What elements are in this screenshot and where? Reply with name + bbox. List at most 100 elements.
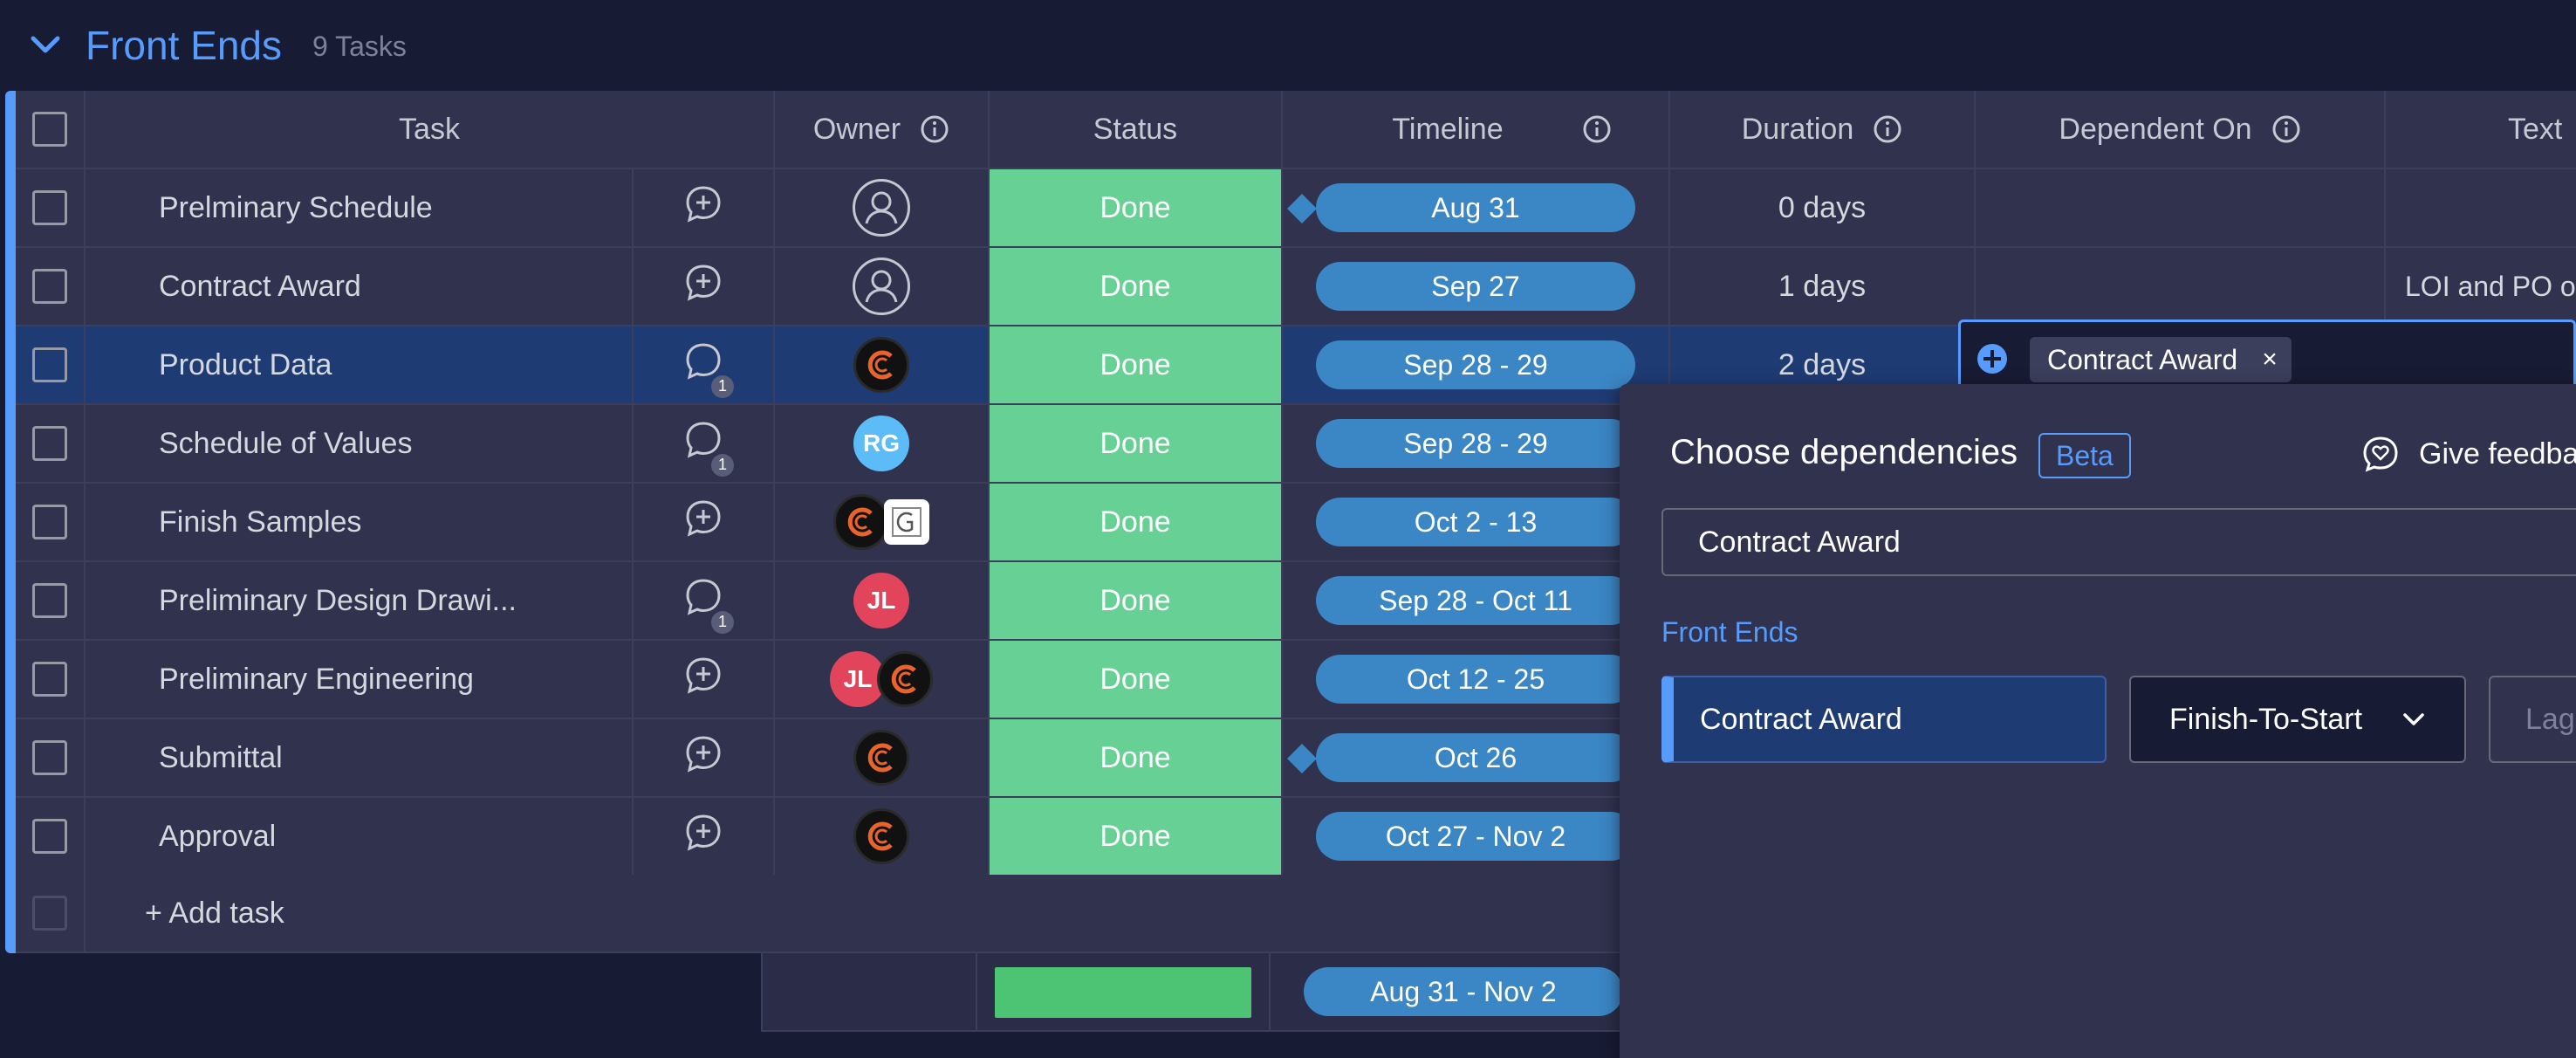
task-name-cell[interactable]: Preliminary Engineering [86, 641, 634, 718]
owner-cell[interactable] [775, 248, 990, 325]
owner-avatar[interactable] [833, 494, 889, 550]
add-update-icon[interactable] [683, 813, 723, 861]
info-icon[interactable] [920, 114, 949, 144]
row-checkbox[interactable] [32, 269, 67, 304]
dependency-search-input[interactable]: Contract Award [1661, 508, 2576, 576]
owner-avatar[interactable]: RG [853, 416, 909, 471]
owner-cell[interactable] [775, 798, 990, 875]
timeline-pill[interactable]: Oct 26 [1316, 733, 1635, 782]
task-name-cell[interactable]: Prelminary Schedule [86, 169, 634, 246]
owner-avatar[interactable]: JL [853, 573, 909, 629]
duration-cell[interactable]: 0 days [1670, 169, 1976, 246]
updates-cell[interactable] [634, 169, 775, 246]
timeline-cell[interactable]: Aug 31 [1283, 169, 1670, 246]
timeline-cell[interactable]: Sep 27 [1283, 248, 1670, 325]
owner-cell[interactable]: JL [775, 562, 990, 639]
row-checkbox[interactable] [32, 190, 67, 225]
status-cell[interactable]: Done [990, 405, 1283, 482]
status-cell[interactable]: Done [990, 169, 1283, 246]
add-update-icon[interactable] [683, 184, 723, 232]
add-update-icon[interactable] [683, 734, 723, 782]
owner-cell[interactable] [775, 326, 990, 403]
row-checkbox[interactable] [32, 662, 67, 697]
status-cell[interactable]: Done [990, 641, 1283, 718]
text-cell[interactable] [2386, 169, 2576, 246]
lag-input[interactable]: Lag [2489, 676, 2576, 763]
row-checkbox[interactable] [32, 583, 67, 618]
timeline-pill[interactable]: Oct 12 - 25 [1316, 655, 1635, 704]
column-header-timeline[interactable]: Timeline [1283, 91, 1670, 168]
owner-avatar[interactable] [877, 651, 933, 707]
status-cell[interactable]: Done [990, 562, 1283, 639]
dependency-type-select[interactable]: Finish-To-Start [2129, 676, 2466, 763]
updates-cell[interactable]: 1 [634, 562, 775, 639]
column-header-task[interactable]: Task [86, 91, 775, 168]
row-checkbox[interactable] [32, 740, 67, 775]
row-checkbox[interactable] [32, 426, 67, 461]
owner-empty-avatar[interactable] [853, 258, 910, 315]
timeline-cell[interactable]: Sep 28 - 29 [1283, 326, 1670, 403]
timeline-cell[interactable]: Oct 26 [1283, 719, 1670, 796]
status-cell[interactable]: Done [990, 719, 1283, 796]
timeline-pill[interactable]: Sep 28 - 29 [1316, 419, 1635, 468]
timeline-cell[interactable]: Sep 28 - Oct 11 [1283, 562, 1670, 639]
updates-icon[interactable]: 1 [683, 577, 734, 634]
updates-icon[interactable]: 1 [683, 341, 734, 398]
add-task-row[interactable]: + Add task [16, 875, 1623, 953]
owner-cell[interactable]: RG [775, 405, 990, 482]
table-row[interactable]: Contract Award Done Sep 27 1 days LOI and PO… [16, 248, 2576, 326]
updates-cell[interactable] [634, 798, 775, 875]
updates-icon[interactable]: 1 [683, 420, 734, 477]
select-all-checkbox[interactable] [32, 112, 67, 147]
add-task-button[interactable]: + Add task [86, 875, 1621, 952]
owner-cell[interactable]: JL [775, 641, 990, 718]
task-name-cell[interactable]: Finish Samples [86, 484, 634, 560]
text-cell[interactable]: LOI and PO on [2386, 248, 2576, 325]
timeline-pill[interactable]: Sep 28 - 29 [1316, 340, 1635, 389]
group-title[interactable]: Front Ends [86, 17, 282, 73]
task-name-cell[interactable]: Submittal [86, 719, 634, 796]
selected-dependency-tag[interactable]: Contract Award × [2030, 337, 2292, 382]
timeline-summary-pill[interactable]: Aug 31 - Nov 2 [1304, 967, 1623, 1016]
row-checkbox[interactable] [32, 347, 67, 382]
column-header-owner[interactable]: Owner [775, 91, 990, 168]
task-name-cell[interactable]: Approval [86, 798, 634, 875]
row-checkbox[interactable] [32, 819, 67, 854]
owner-avatar[interactable] [853, 730, 909, 786]
table-row[interactable]: Prelminary Schedule Done Aug 31 0 days [16, 169, 2576, 248]
updates-cell[interactable]: 1 [634, 405, 775, 482]
dependent-on-cell[interactable] [1976, 248, 2386, 325]
column-header-text[interactable]: Text [2386, 91, 2576, 168]
timeline-pill[interactable]: Sep 28 - Oct 11 [1316, 576, 1635, 625]
timeline-cell[interactable]: Oct 27 - Nov 2 [1283, 798, 1670, 875]
owner-cell[interactable] [775, 719, 990, 796]
row-checkbox[interactable] [32, 505, 67, 539]
add-update-icon[interactable] [683, 656, 723, 704]
info-icon[interactable] [1873, 114, 1902, 144]
task-name-cell[interactable]: Schedule of Values [86, 405, 634, 482]
add-update-icon[interactable] [683, 498, 723, 546]
status-summary-bar[interactable] [995, 967, 1251, 1018]
status-cell[interactable]: Done [990, 484, 1283, 560]
timeline-pill[interactable]: Oct 2 - 13 [1316, 498, 1635, 546]
updates-cell[interactable] [634, 719, 775, 796]
give-feedback-link[interactable]: Give feedba [2419, 433, 2576, 475]
status-cell[interactable]: Done [990, 798, 1283, 875]
info-icon[interactable] [2271, 114, 2301, 144]
dependent-on-cell[interactable] [1976, 169, 2386, 246]
updates-cell[interactable] [634, 484, 775, 560]
status-cell[interactable]: Done [990, 248, 1283, 325]
column-header-dependent-on[interactable]: Dependent On [1976, 91, 2386, 168]
task-name-cell[interactable]: Product Data [86, 326, 634, 403]
add-dependency-icon[interactable] [1976, 342, 2009, 375]
timeline-pill[interactable]: Aug 31 [1316, 183, 1635, 232]
task-name-cell[interactable]: Preliminary Design Drawi... [86, 562, 634, 639]
duration-cell[interactable]: 1 days [1670, 248, 1976, 325]
owner-cell[interactable] [775, 169, 990, 246]
updates-cell[interactable]: 1 [634, 326, 775, 403]
timeline-pill[interactable]: Sep 27 [1316, 262, 1635, 311]
timeline-cell[interactable]: Sep 28 - 29 [1283, 405, 1670, 482]
feedback-heart-icon[interactable] [2361, 435, 2400, 473]
column-header-duration[interactable]: Duration [1670, 91, 1976, 168]
column-header-status[interactable]: Status [990, 91, 1283, 168]
